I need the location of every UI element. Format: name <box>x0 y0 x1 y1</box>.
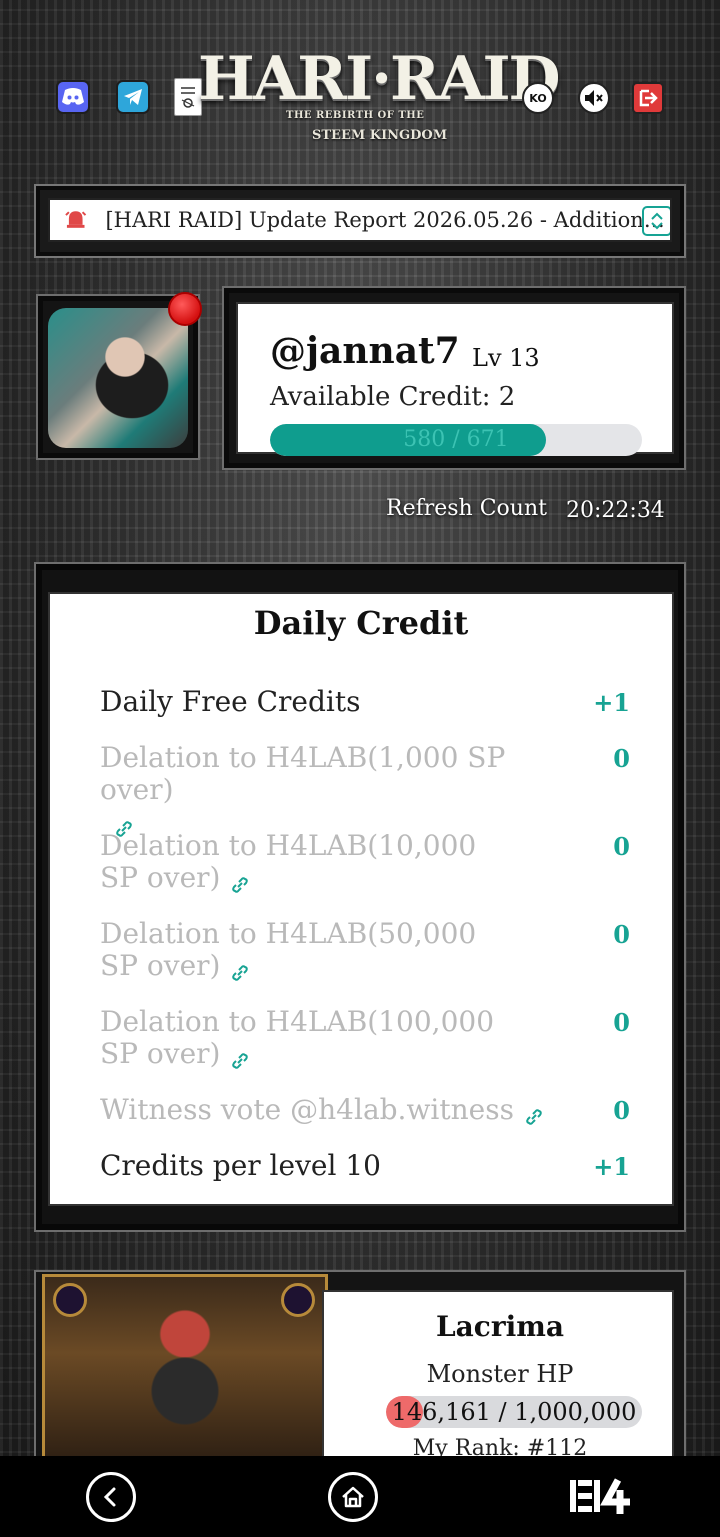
refresh-count-time: 20:22:34 <box>566 498 665 523</box>
monster-hp-label: Monster HP <box>426 1360 574 1388</box>
home-button[interactable] <box>328 1472 378 1522</box>
credit-row-value: 0 <box>613 1008 630 1037</box>
link-icon[interactable] <box>230 958 250 981</box>
daily-credit-frame: Daily Credit Daily Free Credits +1 Delat… <box>34 562 686 1232</box>
monster-hp-bar: 146,161 / 1,000,000 <box>386 1396 642 1428</box>
daily-credit-title: Daily Credit <box>253 604 469 642</box>
link-icon[interactable] <box>524 1102 544 1125</box>
monster-artwork <box>42 1274 328 1470</box>
credit-row-value: +1 <box>593 688 630 717</box>
hari-raid-logo: HARI·RAID THE REBIRTH OF THE STEEM KINGD… <box>198 44 561 144</box>
alarm-bell-icon <box>65 211 87 228</box>
home-icon <box>342 1486 364 1508</box>
credit-row-value: 0 <box>613 920 630 949</box>
notification-dot[interactable] <box>168 292 202 326</box>
language-button[interactable]: KO <box>522 82 554 114</box>
bottom-navigation <box>0 1456 720 1537</box>
credit-row-label: Delation to H4LAB(10,000 SP over) <box>100 829 477 894</box>
daily-credit-panel: Daily Credit Daily Free Credits +1 Delat… <box>48 592 674 1206</box>
moon-orb-icon <box>281 1283 315 1317</box>
logout-icon <box>639 89 658 107</box>
logo-title: HARI·RAID <box>198 44 561 114</box>
notice-frame: [HARI RAID] Update Report 2026.05.26 - A… <box>34 184 686 258</box>
credit-row-label: Witness vote @h4lab.witness <box>100 1094 570 1126</box>
notice-bar[interactable]: [HARI RAID] Update Report 2026.05.26 - A… <box>48 198 672 242</box>
credit-row-label: Credits per level 10 <box>100 1149 381 1182</box>
xp-progress-bar: 580 / 671 <box>270 424 642 456</box>
language-label: KO <box>529 91 547 105</box>
app-header: HARI·RAID THE REBIRTH OF THE STEEM KINGD… <box>0 40 720 150</box>
chevron-up-down-icon <box>651 212 663 230</box>
sound-toggle[interactable] <box>578 82 610 114</box>
monster-hp-text: 146,161 / 1,000,000 <box>391 1398 637 1426</box>
back-button[interactable] <box>86 1472 136 1522</box>
avatar[interactable] <box>48 308 188 448</box>
credit-row-label: Daily Free Credits <box>100 685 361 718</box>
profile-frame: @jannat7 Lv 13 Available Credit: 2 580 /… <box>222 286 686 470</box>
credit-row-value: +1 <box>593 1152 630 1181</box>
credit-row-label: Delation to H4LAB(100,000 SP over) <box>100 1005 495 1070</box>
raid-card[interactable]: Lacrima Monster HP 146,161 / 1,000,000 M… <box>34 1270 686 1472</box>
h4-logo[interactable] <box>568 1476 634 1518</box>
notice-expand-button[interactable] <box>642 206 670 236</box>
link-icon[interactable] <box>230 1046 250 1069</box>
discord-icon[interactable] <box>56 80 90 114</box>
logo-subtitle-1: THE REBIRTH OF THE <box>286 110 425 121</box>
username: @jannat7 <box>270 330 460 372</box>
telegram-icon[interactable] <box>116 80 150 114</box>
xp-progress-text: 580 / 671 <box>403 427 509 452</box>
back-icon <box>103 1487 116 1507</box>
credit-row-value: 0 <box>613 832 630 861</box>
sound-icon <box>585 90 603 106</box>
profile-card: @jannat7 Lv 13 Available Credit: 2 580 /… <box>236 302 674 456</box>
credit-row-label: Delation to H4LAB(1,000 SP over) <box>100 742 570 838</box>
monster-name: Lacrima <box>435 1310 565 1343</box>
credit-row-value: 0 <box>613 1096 630 1125</box>
user-level: Lv 13 <box>472 344 540 372</box>
raid-info-panel: Lacrima Monster HP 146,161 / 1,000,000 M… <box>322 1290 674 1472</box>
logo-subtitle-2: STEEM KINGDOM <box>312 128 448 143</box>
available-credit: Available Credit: 2 <box>270 382 516 412</box>
link-icon[interactable] <box>230 870 250 893</box>
notice-text: [HARI RAID] Update Report 2026.05.26 - A… <box>105 208 670 232</box>
credit-row-label: Delation to H4LAB(50,000 SP over) <box>100 917 477 982</box>
logout-button[interactable] <box>632 82 664 114</box>
moon-orb-icon <box>53 1283 87 1317</box>
credit-row-value: 0 <box>613 744 630 773</box>
refresh-count-label: Refresh Count <box>386 496 547 521</box>
